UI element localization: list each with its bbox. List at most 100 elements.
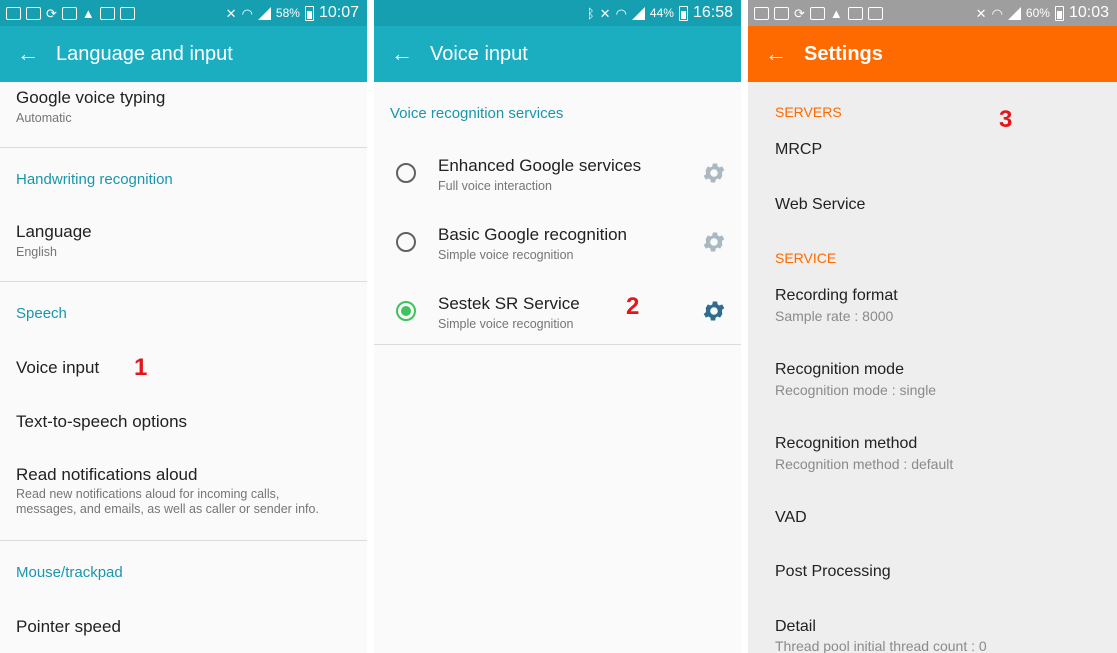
arrow-left-icon[interactable]: ← bbox=[748, 26, 804, 82]
message-icon bbox=[6, 6, 21, 20]
item-title: MRCP bbox=[775, 141, 823, 158]
item-title: Language bbox=[16, 222, 92, 241]
item-title: VAD bbox=[775, 509, 807, 526]
service-text: Basic Google recognition Simple voice re… bbox=[438, 225, 731, 263]
mail-icon bbox=[99, 6, 115, 20]
arrow-left-icon[interactable]: ← bbox=[374, 26, 430, 82]
pointer-speed-item[interactable]: Pointer speed bbox=[16, 617, 357, 637]
item-subtitle: Automatic bbox=[16, 111, 72, 125]
sync-icon: ⟳ bbox=[794, 5, 805, 21]
language-and-input-screen: ⟳ ▲ ✕ ◠ 58% 10:07 ← Language and input G… bbox=[0, 0, 367, 653]
gear-icon[interactable] bbox=[701, 298, 727, 324]
item-title: Recognition mode bbox=[775, 361, 904, 378]
recognition-mode-item[interactable]: Recognition mode Recognition mode : sing… bbox=[775, 360, 1107, 398]
step-marker-2: 2 bbox=[626, 293, 640, 320]
signal-icon bbox=[631, 6, 645, 20]
vad-item[interactable]: VAD bbox=[775, 508, 1107, 528]
recording-format-item[interactable]: Recording format Sample rate : 8000 bbox=[775, 286, 1107, 324]
warning-icon: ▲ bbox=[81, 5, 95, 21]
bluetooth-icon: ᛒ bbox=[586, 5, 595, 21]
battery-percent: 44% bbox=[649, 6, 674, 20]
wifi-icon: ◠ bbox=[991, 5, 1003, 21]
mute-icon: ✕ bbox=[225, 5, 237, 21]
gear-icon[interactable] bbox=[701, 229, 727, 255]
voice-input-screen: ᛒ ✕ ◠ 44% 16:58 ← Voice input Voice reco… bbox=[374, 0, 741, 653]
divider bbox=[0, 147, 367, 148]
arrow-left-icon[interactable]: ← bbox=[0, 26, 56, 82]
web-service-item[interactable]: Web Service bbox=[775, 195, 1107, 215]
item-subtitle: Recognition method : default bbox=[775, 456, 954, 472]
service-subtitle: Simple voice recognition bbox=[438, 248, 574, 262]
divider bbox=[374, 344, 741, 345]
android-icon bbox=[867, 6, 883, 20]
handwriting-recognition-header: Handwriting recognition bbox=[16, 171, 173, 188]
message-icon bbox=[754, 6, 769, 20]
post-processing-item[interactable]: Post Processing bbox=[775, 562, 1107, 582]
page-title: Voice input bbox=[430, 42, 528, 65]
item-subtitle: English bbox=[16, 245, 57, 259]
settings-screen: ⟳ ▲ ✕ ◠ 60% 10:03 ← Settings SERVERS 3 M… bbox=[748, 0, 1117, 653]
item-subtitle: Thread pool initial thread count : 0 bbox=[775, 638, 987, 653]
read-notifications-item[interactable]: Read notifications aloud Read new notifi… bbox=[16, 465, 357, 517]
app-bar: ← Settings bbox=[748, 26, 1117, 82]
radio-button-icon[interactable] bbox=[396, 232, 416, 252]
mute-icon: ✕ bbox=[599, 5, 611, 21]
item-title: Recognition method bbox=[775, 435, 918, 452]
sync-icon: ⟳ bbox=[46, 5, 57, 21]
mouse-trackpad-header: Mouse/trackpad bbox=[16, 564, 123, 581]
signal-icon bbox=[257, 6, 271, 20]
radio-button-icon[interactable] bbox=[396, 301, 416, 321]
app-bar: ← Voice input bbox=[374, 26, 741, 82]
mail-icon bbox=[847, 6, 863, 20]
item-subtitle: Recognition mode : single bbox=[775, 382, 937, 398]
gear-icon[interactable] bbox=[701, 160, 727, 186]
item-title: Detail bbox=[775, 618, 816, 635]
mrcp-item[interactable]: MRCP bbox=[775, 140, 1107, 160]
battery-percent: 58% bbox=[275, 6, 300, 20]
status-bar: ᛒ ✕ ◠ 44% 16:58 bbox=[374, 0, 741, 26]
status-bar: ⟳ ▲ ✕ ◠ 60% 10:03 bbox=[748, 0, 1117, 26]
battery-icon bbox=[678, 5, 688, 21]
app-bar: ← Language and input bbox=[0, 26, 367, 82]
warning-icon: ▲ bbox=[829, 5, 843, 21]
item-title: Web Service bbox=[775, 196, 866, 213]
item-subtitle: Read new notifications aloud for incomin… bbox=[16, 487, 280, 501]
speech-header: Speech bbox=[16, 305, 67, 322]
google-voice-typing-item[interactable]: Google voice typing Automatic bbox=[16, 88, 357, 126]
service-subtitle: Simple voice recognition bbox=[438, 317, 574, 331]
item-title: Pointer speed bbox=[16, 617, 121, 636]
battery-icon bbox=[1054, 5, 1064, 21]
service-title: Basic Google recognition bbox=[438, 225, 628, 244]
android-icon bbox=[119, 6, 135, 20]
divider bbox=[0, 540, 367, 541]
item-title: Voice input bbox=[16, 358, 100, 377]
item-title: Text-to-speech options bbox=[16, 412, 188, 431]
language-item[interactable]: Language English bbox=[16, 222, 357, 260]
radio-button-icon[interactable] bbox=[396, 163, 416, 183]
search-app-icon bbox=[774, 6, 789, 20]
step-marker-1: 1 bbox=[134, 354, 148, 381]
item-title: Recording format bbox=[775, 287, 898, 304]
wifi-icon: ◠ bbox=[615, 5, 627, 21]
service-text: Sestek SR Service Simple voice recogniti… bbox=[438, 294, 580, 332]
item-subtitle-2: messages, and emails, as well as caller … bbox=[16, 502, 319, 516]
item-subtitle: Sample rate : 8000 bbox=[775, 308, 894, 324]
service-subtitle: Full voice interaction bbox=[438, 179, 552, 193]
detail-item[interactable]: Detail Thread pool initial thread count … bbox=[775, 617, 1107, 653]
item-title: Read notifications aloud bbox=[16, 465, 198, 484]
mute-icon: ✕ bbox=[975, 5, 987, 21]
servers-header: SERVERS bbox=[775, 104, 842, 120]
battery-icon bbox=[304, 5, 314, 21]
item-title: Google voice typing bbox=[16, 88, 166, 107]
tts-options-item[interactable]: Text-to-speech options bbox=[16, 412, 357, 432]
clock: 10:03 bbox=[1068, 4, 1109, 21]
signal-icon bbox=[1007, 6, 1021, 20]
recognition-method-item[interactable]: Recognition method Recognition method : … bbox=[775, 434, 1107, 472]
step-marker-3: 3 bbox=[999, 106, 1013, 133]
item-title: Post Processing bbox=[775, 563, 891, 580]
status-bar: ⟳ ▲ ✕ ◠ 58% 10:07 bbox=[0, 0, 367, 26]
voice-input-item[interactable]: Voice input bbox=[16, 358, 99, 378]
service-text: Enhanced Google services Full voice inte… bbox=[438, 156, 731, 194]
divider bbox=[0, 281, 367, 282]
service-header: SERVICE bbox=[775, 250, 837, 266]
